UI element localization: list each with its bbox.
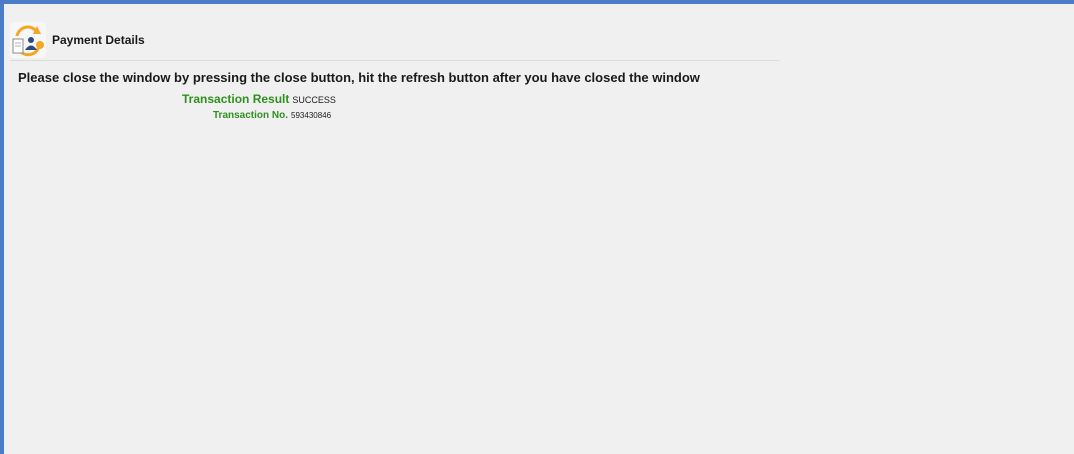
- page-title: Payment Details: [52, 33, 145, 47]
- page-header: Payment Details: [10, 20, 780, 61]
- transaction-number-label: Transaction No.: [213, 110, 289, 121]
- transaction-result-value: SUCCESS: [292, 95, 336, 105]
- instruction-message: Please close the window by pressing the …: [18, 70, 700, 85]
- transaction-number-row: Transaction No. 593430846: [213, 105, 331, 123]
- window-frame-top: [0, 0, 1074, 4]
- payment-refresh-icon: [10, 22, 46, 58]
- window-frame-left: [0, 0, 4, 454]
- transaction-result-label: Transaction Result: [182, 92, 290, 106]
- transaction-number-value: 593430846: [291, 111, 332, 120]
